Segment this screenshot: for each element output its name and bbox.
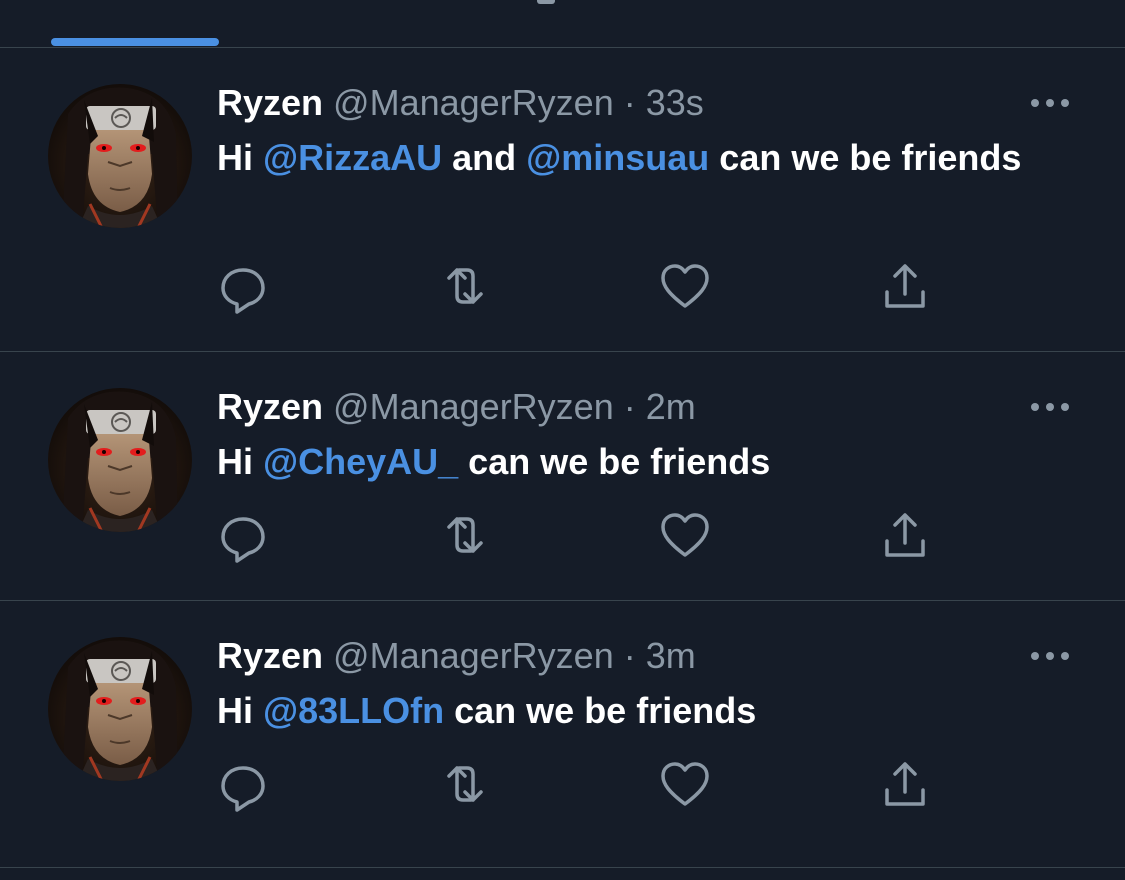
tweet-item[interactable]: Ryzen @ManagerRyzen · 3m Hi @83LLOfn can … (0, 601, 1125, 868)
mention-link[interactable]: @RizzaAU (263, 137, 442, 178)
retweet-button[interactable] (437, 507, 493, 563)
user-handle[interactable]: @ManagerRyzen (333, 386, 614, 427)
user-handle[interactable]: @ManagerRyzen (333, 635, 614, 676)
display-name[interactable]: Ryzen (217, 386, 323, 427)
more-options-button[interactable] (1025, 646, 1075, 666)
tab-label-fragment (537, 0, 555, 4)
share-button[interactable] (877, 258, 933, 314)
retweet-button[interactable] (437, 756, 493, 812)
like-button[interactable] (657, 756, 713, 812)
tab-bar (0, 0, 1125, 48)
mention-link[interactable]: @83LLOfn (263, 690, 444, 731)
reply-icon (221, 268, 265, 314)
user-handle[interactable]: @ManagerRyzen (333, 82, 614, 123)
reply-button[interactable] (215, 507, 271, 563)
more-options-button[interactable] (1025, 93, 1075, 113)
reply-button[interactable] (215, 756, 271, 812)
tweet-text-segment: can we be friends (709, 137, 1022, 178)
tweet-timestamp[interactable]: 33s (646, 82, 704, 123)
tweet-timestamp[interactable]: 2m (646, 386, 696, 427)
tweet-item[interactable]: Ryzen @ManagerRyzen · 33s Hi @RizzaAU and… (0, 48, 1125, 352)
tweet-text-segment: Hi (217, 690, 264, 731)
mention-link[interactable]: @minsuau (526, 137, 709, 178)
avatar[interactable] (48, 84, 192, 228)
reply-icon (221, 517, 265, 563)
reply-icon (221, 766, 265, 812)
more-icon (1031, 652, 1069, 660)
tweet-timestamp[interactable]: 3m (646, 635, 696, 676)
display-name[interactable]: Ryzen (217, 635, 323, 676)
share-button[interactable] (877, 507, 933, 563)
retweet-icon (447, 517, 483, 553)
active-tab-indicator (51, 38, 219, 46)
tweet-header: Ryzen @ManagerRyzen · 3m (217, 636, 696, 676)
tweet-text: Hi @CheyAU_ can we be friends (217, 435, 1047, 489)
like-icon (661, 264, 709, 308)
like-button[interactable] (657, 507, 713, 563)
tweet-text-segment: and (442, 137, 527, 178)
tweet-text: Hi @RizzaAU and @minsuau can we be frien… (217, 131, 1047, 185)
separator-dot: · (623, 82, 636, 123)
share-icon (885, 264, 925, 308)
tweet-text-segment: Hi (217, 137, 264, 178)
avatar[interactable] (48, 637, 192, 781)
share-button[interactable] (877, 756, 933, 812)
mention-link[interactable]: @CheyAU_ (263, 441, 458, 482)
tweet-header: Ryzen @ManagerRyzen · 2m (217, 387, 696, 427)
tweet-item[interactable]: Ryzen @ManagerRyzen · 2m Hi @CheyAU_ can … (0, 352, 1125, 601)
share-icon (885, 513, 925, 557)
share-icon (885, 762, 925, 806)
timeline-page: Ryzen @ManagerRyzen · 33s Hi @RizzaAU and… (0, 0, 1125, 880)
retweet-button[interactable] (437, 258, 493, 314)
reply-button[interactable] (215, 258, 271, 314)
more-icon (1031, 99, 1069, 107)
separator-dot: · (623, 635, 636, 676)
display-name[interactable]: Ryzen (217, 82, 323, 123)
retweet-icon (447, 766, 483, 802)
tweet-text-segment: can we be friends (458, 441, 771, 482)
avatar[interactable] (48, 388, 192, 532)
tweet-text: Hi @83LLOfn can we be friends (217, 684, 1047, 738)
like-button[interactable] (657, 258, 713, 314)
retweet-icon (447, 268, 483, 304)
tweet-text-segment: Hi (217, 441, 264, 482)
more-options-button[interactable] (1025, 397, 1075, 417)
like-icon (661, 762, 709, 806)
tweet-header: Ryzen @ManagerRyzen · 33s (217, 83, 704, 123)
like-icon (661, 513, 709, 557)
more-icon (1031, 403, 1069, 411)
separator-dot: · (623, 386, 636, 427)
tweet-text-segment: can we be friends (444, 690, 757, 731)
